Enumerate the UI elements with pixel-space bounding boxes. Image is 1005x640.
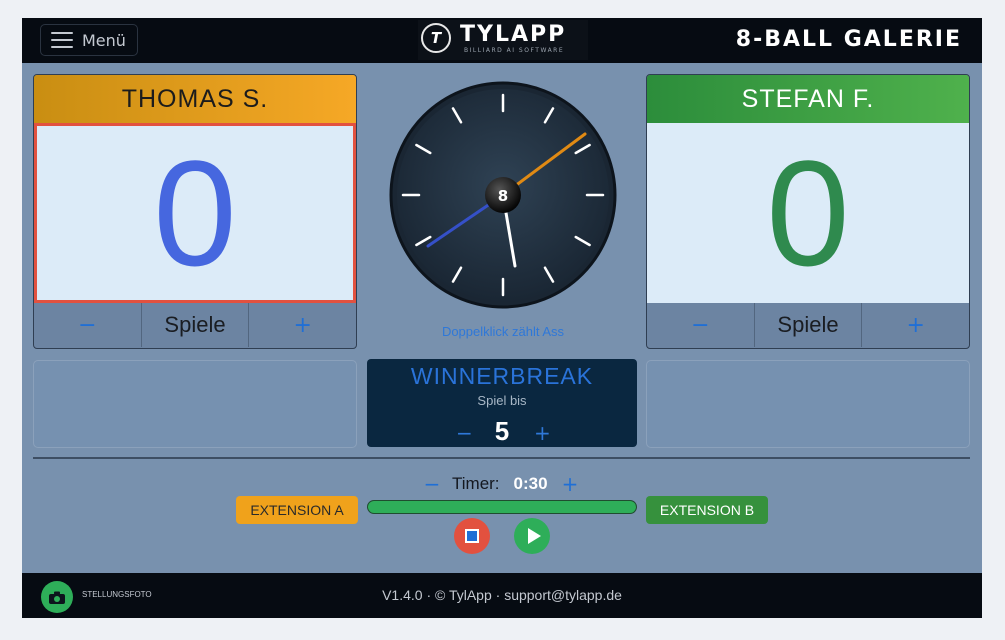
player-a-extra-panel: [33, 360, 357, 448]
player-b-minus-button[interactable]: −: [647, 303, 755, 347]
player-a-plus-button[interactable]: +: [249, 303, 356, 347]
player-b-extra-panel: [646, 360, 970, 448]
timer-plus-button[interactable]: +: [562, 472, 579, 496]
scoreboard-app: Menü T TYLAPP BILLIARD AI SOFTWARE 8-BAL…: [22, 18, 982, 618]
footer-bar: STELLUNGSFOTO V1.4.0 · © TylApp · suppor…: [22, 573, 982, 618]
clock-face: 8: [389, 81, 617, 309]
menu-button[interactable]: Menü: [40, 24, 138, 56]
player-b-score[interactable]: 0: [647, 123, 969, 303]
section-divider: [33, 457, 970, 459]
player-a-panel: THOMAS S. 0 − Spiele +: [33, 74, 357, 349]
player-b-unit-label: Spiele: [755, 303, 863, 347]
race-to-plus-button[interactable]: +: [534, 421, 551, 445]
timer-value: 0:30: [513, 474, 548, 493]
player-a-unit-label: Spiele: [142, 303, 250, 347]
logo-tagline: BILLIARD AI SOFTWARE: [464, 47, 565, 54]
play-button[interactable]: [514, 518, 550, 554]
player-b-panel: STEFAN F. 0 − Spiele +: [646, 74, 970, 349]
race-to-value: 5: [494, 416, 510, 446]
play-icon: [527, 528, 541, 544]
player-b-name[interactable]: STEFAN F.: [647, 75, 969, 123]
logo-name: TYLAPP: [460, 22, 567, 47]
player-b-controls: − Spiele +: [647, 303, 969, 347]
stop-button[interactable]: [454, 518, 490, 554]
player-a-name[interactable]: THOMAS S.: [34, 75, 356, 123]
timer-progress-fill: [368, 501, 636, 513]
player-a-minus-button[interactable]: −: [34, 303, 142, 347]
player-b-plus-button[interactable]: +: [862, 303, 969, 347]
winnerbreak-subtitle: Spiel bis: [477, 393, 527, 408]
eight-ball-number: 8: [498, 187, 508, 205]
player-a-score[interactable]: 0: [34, 123, 356, 303]
timer-minus-button[interactable]: −: [418, 472, 446, 496]
hamburger-icon: [51, 32, 73, 48]
menu-label: Menü: [82, 30, 126, 50]
timer-label: Timer:: [452, 474, 500, 493]
player-a-controls: − Spiele +: [34, 303, 356, 347]
clock-hint: Doppelklick zählt Ass: [441, 324, 565, 339]
winnerbreak-title[interactable]: WINNERBREAK: [367, 363, 637, 390]
race-to-minus-button[interactable]: −: [456, 421, 473, 445]
winnerbreak-panel: WINNERBREAK Spiel bis − 5 +: [367, 359, 637, 447]
stop-icon: [465, 529, 479, 543]
timer-progress-bar: [367, 500, 637, 514]
timer-row: − Timer: 0:30 +: [418, 472, 588, 496]
extension-b-button[interactable]: EXTENSION B: [646, 496, 768, 524]
top-bar: Menü T TYLAPP BILLIARD AI SOFTWARE 8-BAL…: [22, 18, 982, 63]
shot-clock[interactable]: 8: [388, 80, 618, 310]
logo-mark: T: [421, 23, 451, 53]
venue-title: 8-BALL GALERIE: [735, 27, 962, 52]
extension-a-button[interactable]: EXTENSION A: [236, 496, 358, 524]
tylapp-logo: T TYLAPP BILLIARD AI SOFTWARE: [418, 20, 588, 60]
version-text: V1.4.0 · © TylApp · support@tylapp.de: [382, 587, 622, 603]
